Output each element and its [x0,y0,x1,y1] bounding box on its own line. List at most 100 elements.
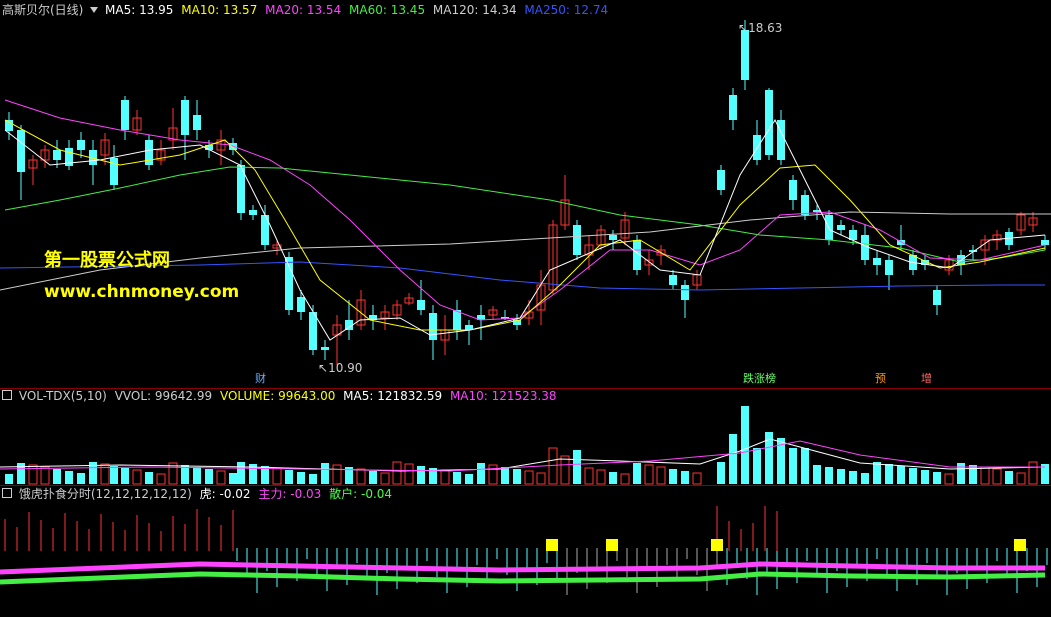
candle-body [53,150,61,160]
volume-bar [392,461,402,485]
volume-bar [536,472,546,485]
indicator-pane[interactable]: 饿虎扑食分时(12,12,12,12,12) 虎: -0.02 主力: -0.0… [0,486,1051,617]
candle-body [741,30,749,80]
volume-bar [369,471,377,484]
candle-body [573,225,581,255]
volume-pane[interactable]: VOL-TDX(5,10) VVOL: 99642.99 VOLUME: 996… [0,389,1051,485]
candle-body [453,310,461,330]
event-marker-ranking[interactable]: 跌涨榜 [741,372,778,385]
volume-bar [110,466,118,484]
volume-bar [692,472,702,485]
volume-bar [813,465,821,484]
volume-bar [656,466,666,485]
volume-bar [229,473,237,484]
volume-bar [560,455,570,485]
volume-bar [573,450,581,484]
volume-bar [1005,471,1013,484]
candlestick-chart[interactable] [0,0,1051,388]
candle-body [801,195,809,215]
volume-bar [53,469,61,484]
volume-bar [969,465,977,484]
retail-line [0,571,1046,585]
high-price-marker: ↖18.63 [738,21,782,35]
volume-bar [237,462,245,484]
candle-body [309,312,317,350]
candle-body [849,230,857,240]
volume-bar [825,467,833,484]
watermark-site-name: 第一股票公式网 [44,250,170,271]
volume-bar [801,448,809,484]
candle-body [933,290,941,305]
candle-body [1041,240,1049,245]
candle-body [297,297,305,312]
indicator-chart[interactable] [0,486,1051,617]
low-price-arrow-icon: ↖ [318,361,329,375]
volume-bar [861,473,869,484]
volume-bar [873,462,881,484]
candle-body [669,275,677,285]
volume-bar [193,467,201,484]
candle-body [429,313,437,340]
volume-bar [77,473,85,484]
event-marker-finance[interactable]: 财 [253,372,268,385]
volume-bar [897,466,905,484]
volume-bar [596,469,606,485]
volume-bar [789,448,797,484]
price-pane[interactable]: 高斯贝尔(日线) MA5: 13.95 MA10: 13.57 MA20: 13… [0,0,1051,388]
candle-body [321,347,329,350]
candle-body [729,95,737,120]
candle-body [717,170,725,190]
volume-bar [837,469,845,484]
volume-bar [465,474,473,484]
volume-bar [65,471,73,484]
volume-chart[interactable] [0,389,1051,485]
volume-bar [321,463,329,484]
volume-bar [885,464,893,484]
buy-signal-icon [546,539,558,551]
volume-bar [132,469,142,485]
volume-bar [849,471,857,484]
volume-bar [584,467,594,485]
candle-body [77,140,85,150]
volume-bar [717,462,725,484]
candle-body [145,140,153,165]
volume-bar [524,470,534,485]
volume-bar [356,468,366,485]
volume-bar [272,467,282,485]
main-force-line [0,561,1045,575]
volume-bar [40,466,50,485]
volume-bar [741,406,749,484]
volume-bar [729,434,737,484]
candle-body [121,100,129,130]
candle-body [17,130,25,172]
low-price-value: 10.90 [328,361,363,375]
volume-bar [921,470,929,484]
buy-signal-icon [711,539,723,551]
candle-body [885,260,893,275]
volume-bar [620,473,630,485]
volume-bar [753,448,761,484]
candle-body [681,285,689,300]
high-price-value: 18.63 [748,21,783,35]
volume-bar [909,468,917,484]
volume-bar [1016,472,1026,485]
volume-bar [633,463,641,484]
low-price-marker: ↖10.90 [318,361,362,375]
volume-bar [5,474,13,484]
candle-body [873,258,881,265]
volume-bar [669,469,677,484]
candle-body [110,158,118,185]
volume-bar [297,472,305,484]
buy-signal-icon [606,539,618,551]
volume-bar [957,463,965,484]
volume-bar [145,472,153,484]
event-marker-forecast[interactable]: 预 [873,372,888,385]
volume-bar [488,464,498,485]
watermark-site-url: www.chnmoney.com [44,282,240,302]
candle-body [789,180,797,200]
volume-bar [980,466,990,485]
volume-bar [477,463,485,484]
event-marker-increase[interactable]: 增 [919,372,934,385]
volume-bar [332,464,342,485]
volume-bar [513,469,521,484]
